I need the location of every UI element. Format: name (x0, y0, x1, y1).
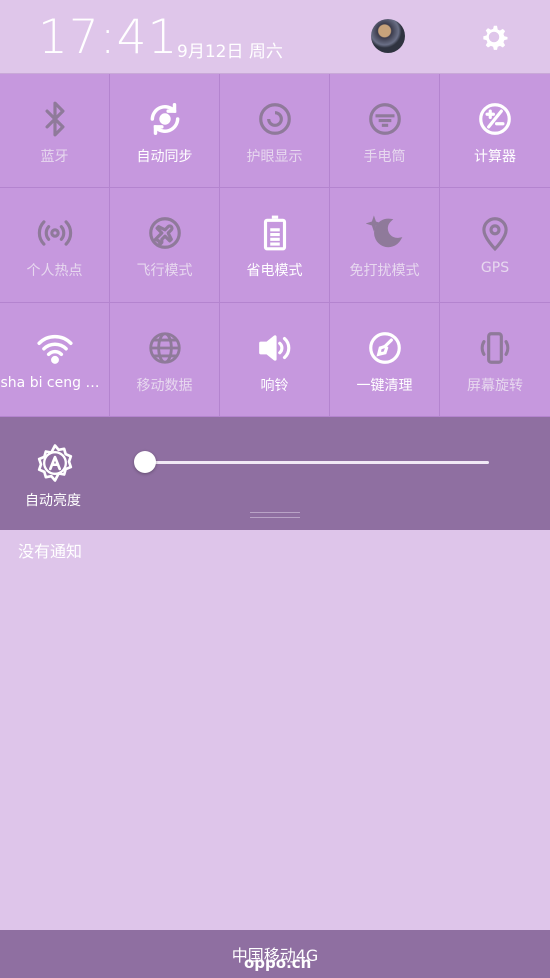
globe-icon (148, 331, 181, 364)
toggle-mobile-data[interactable]: 移动数据 (110, 302, 220, 417)
toggle-label: 一键清理 (356, 377, 413, 394)
toggle-label: 响铃 (260, 377, 289, 394)
brightness-panel (0, 417, 550, 530)
toggle-label: 自动同步 (136, 149, 193, 165)
toggle-ring[interactable]: 响铃 (220, 302, 330, 417)
toggle-label: 飞行模式 (136, 263, 193, 280)
toggle-gps[interactable]: GPS (440, 188, 550, 303)
wifi-icon (36, 334, 73, 364)
settings-gear-icon[interactable] (476, 19, 512, 55)
rotate-icon (480, 331, 510, 364)
toggle-do-not-disturb[interactable]: 免打扰模式 (330, 188, 440, 303)
hotspot-icon (37, 220, 72, 246)
auto-brightness-icon[interactable] (35, 443, 75, 483)
clock: 17:41 (38, 10, 179, 65)
toggle-label: GPS (480, 260, 510, 277)
toggle-label: sha bi ceng w... (0, 374, 109, 391)
drag-handle-line[interactable] (250, 512, 300, 513)
auto-brightness-label: 自动亮度 (25, 493, 81, 509)
toggle-auto-sync[interactable]: 自动同步 (110, 74, 220, 189)
toggle-airplane[interactable]: 飞行模式 (110, 188, 220, 303)
toggle-calculator[interactable]: 计算器 (440, 74, 550, 189)
broom-icon (368, 331, 401, 364)
bluetooth-icon (44, 101, 64, 137)
airplane-icon (148, 217, 181, 250)
no-notifications-text: 没有通知 (18, 542, 83, 561)
drag-handle-line[interactable] (250, 517, 300, 518)
toggle-label: 移动数据 (136, 377, 193, 394)
toggle-eye-protection[interactable]: 护眼显示 (220, 74, 330, 189)
watermark: oppo.cn (244, 954, 312, 972)
toggle-hotspot[interactable]: 个人热点 (0, 188, 110, 303)
speaker-icon (258, 334, 290, 361)
toggle-one-key-clean[interactable]: 一键清理 (330, 302, 440, 417)
quick-settings-grid: 蓝牙 自动同步 护眼显示 手电筒 计算器 个人热点 飞行模式 省电模式 免打扰模… (0, 74, 550, 417)
toggle-flashlight[interactable]: 手电筒 (330, 74, 440, 189)
toggle-label: 个人热点 (26, 263, 83, 280)
flashlight-icon (368, 103, 401, 135)
status-bar: 17:41 9月12日 周六 (0, 0, 550, 74)
user-avatar[interactable] (371, 19, 405, 53)
toggle-label: 免打扰模式 (349, 263, 420, 280)
sync-icon (150, 103, 179, 135)
calculator-icon (479, 103, 511, 135)
toggle-label: 省电模式 (246, 263, 303, 280)
toggle-power-saving[interactable]: 省电模式 (220, 188, 330, 303)
location-icon (482, 217, 508, 252)
brightness-slider-thumb[interactable] (134, 451, 156, 473)
toggle-bluetooth[interactable]: 蓝牙 (0, 74, 110, 189)
date-label[interactable]: 9月12日 周六 (177, 37, 283, 62)
toggle-label: 蓝牙 (40, 149, 69, 165)
toggle-wifi[interactable]: sha bi ceng w... (0, 302, 110, 417)
eye-protection-icon (258, 103, 291, 135)
toggle-label: 屏幕旋转 (467, 377, 523, 394)
toggle-label: 手电筒 (363, 149, 406, 165)
brightness-slider-track[interactable] (145, 461, 489, 464)
toggle-label: 护眼显示 (246, 149, 303, 165)
battery-icon (263, 215, 286, 251)
toggle-screen-rotation[interactable]: 屏幕旋转 (440, 303, 550, 417)
moon-icon (365, 215, 402, 248)
toggle-label: 计算器 (474, 149, 516, 165)
